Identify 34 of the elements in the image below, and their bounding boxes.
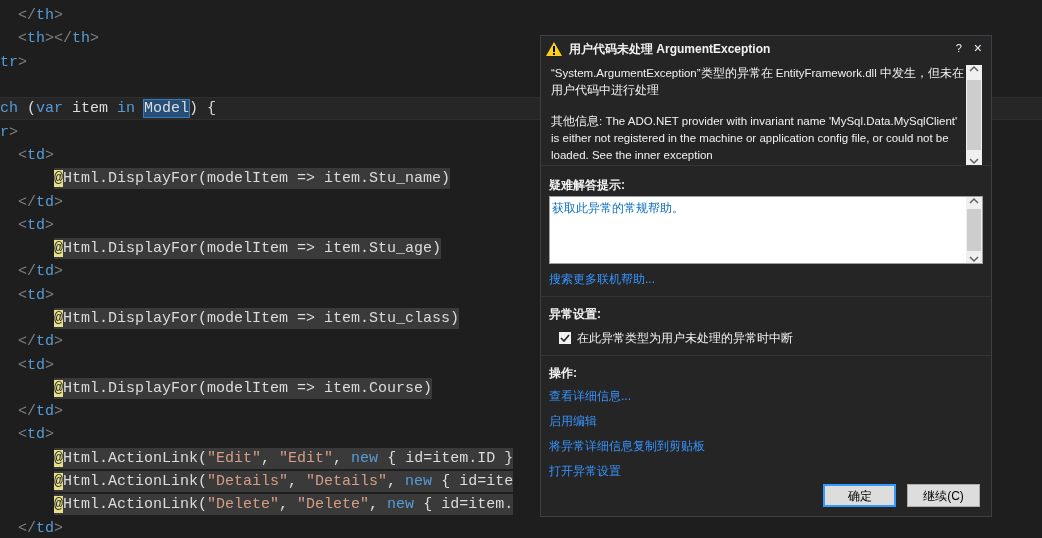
- dialog-button[interactable]: 确定: [823, 484, 896, 507]
- exception-message: 其他信息: The ADO.NET provider with invariant name 'MySql.Data.MySqlClient' is either not registered in the machine or application config file, or could not be loaded. See the inner exception: [551, 114, 959, 163]
- code-line: <td>: [18, 357, 56, 373]
- action-link[interactable]: 启用编辑: [549, 413, 597, 430]
- action-link[interactable]: 查看详细信息...: [549, 388, 631, 405]
- code-line: <td>: [18, 217, 56, 233]
- scrollbar[interactable]: [966, 197, 982, 263]
- section-heading: 异常设置:: [549, 306, 602, 323]
- code-line: <td>: [18, 287, 56, 303]
- code-line: r>: [0, 124, 20, 140]
- scrollbar[interactable]: [966, 65, 982, 165]
- code-line: <td>: [18, 427, 56, 443]
- code-line: </td>: [18, 520, 65, 536]
- code-line: </td>: [18, 404, 65, 420]
- help-button[interactable]: ?: [952, 40, 965, 57]
- action-link[interactable]: 打开异常设置: [549, 463, 621, 480]
- code-line: <td>: [18, 147, 56, 163]
- code-line: </td>: [18, 194, 65, 210]
- code-line: </td>: [18, 264, 65, 280]
- code-line: </th>: [18, 8, 65, 24]
- section-heading: 操作:: [549, 365, 578, 382]
- action-link[interactable]: 将异常详细信息复制到剪贴板: [549, 438, 705, 455]
- code-line: tr>: [0, 54, 29, 70]
- exception-message: “System.ArgumentException”类型的异常在 EntityFramework.dll 中发生，但未在用户代码中进行处理: [551, 66, 964, 98]
- code-line: </td>: [18, 334, 65, 350]
- checkbox-label: 在此异常类型为用户未处理的异常时中断: [577, 330, 793, 347]
- dialog-button[interactable]: 继续(C): [907, 484, 980, 507]
- close-button[interactable]: ×: [970, 38, 985, 59]
- warning-icon: [545, 40, 563, 57]
- break-checkbox[interactable]: [559, 332, 571, 344]
- search-help-link[interactable]: 搜索更多联机帮助...: [549, 270, 655, 288]
- code-line: <th></th>: [18, 31, 101, 47]
- dialog-title: 用户代码未处理 ArgumentException: [569, 40, 772, 58]
- section-heading: 疑难解答提示:: [549, 177, 626, 194]
